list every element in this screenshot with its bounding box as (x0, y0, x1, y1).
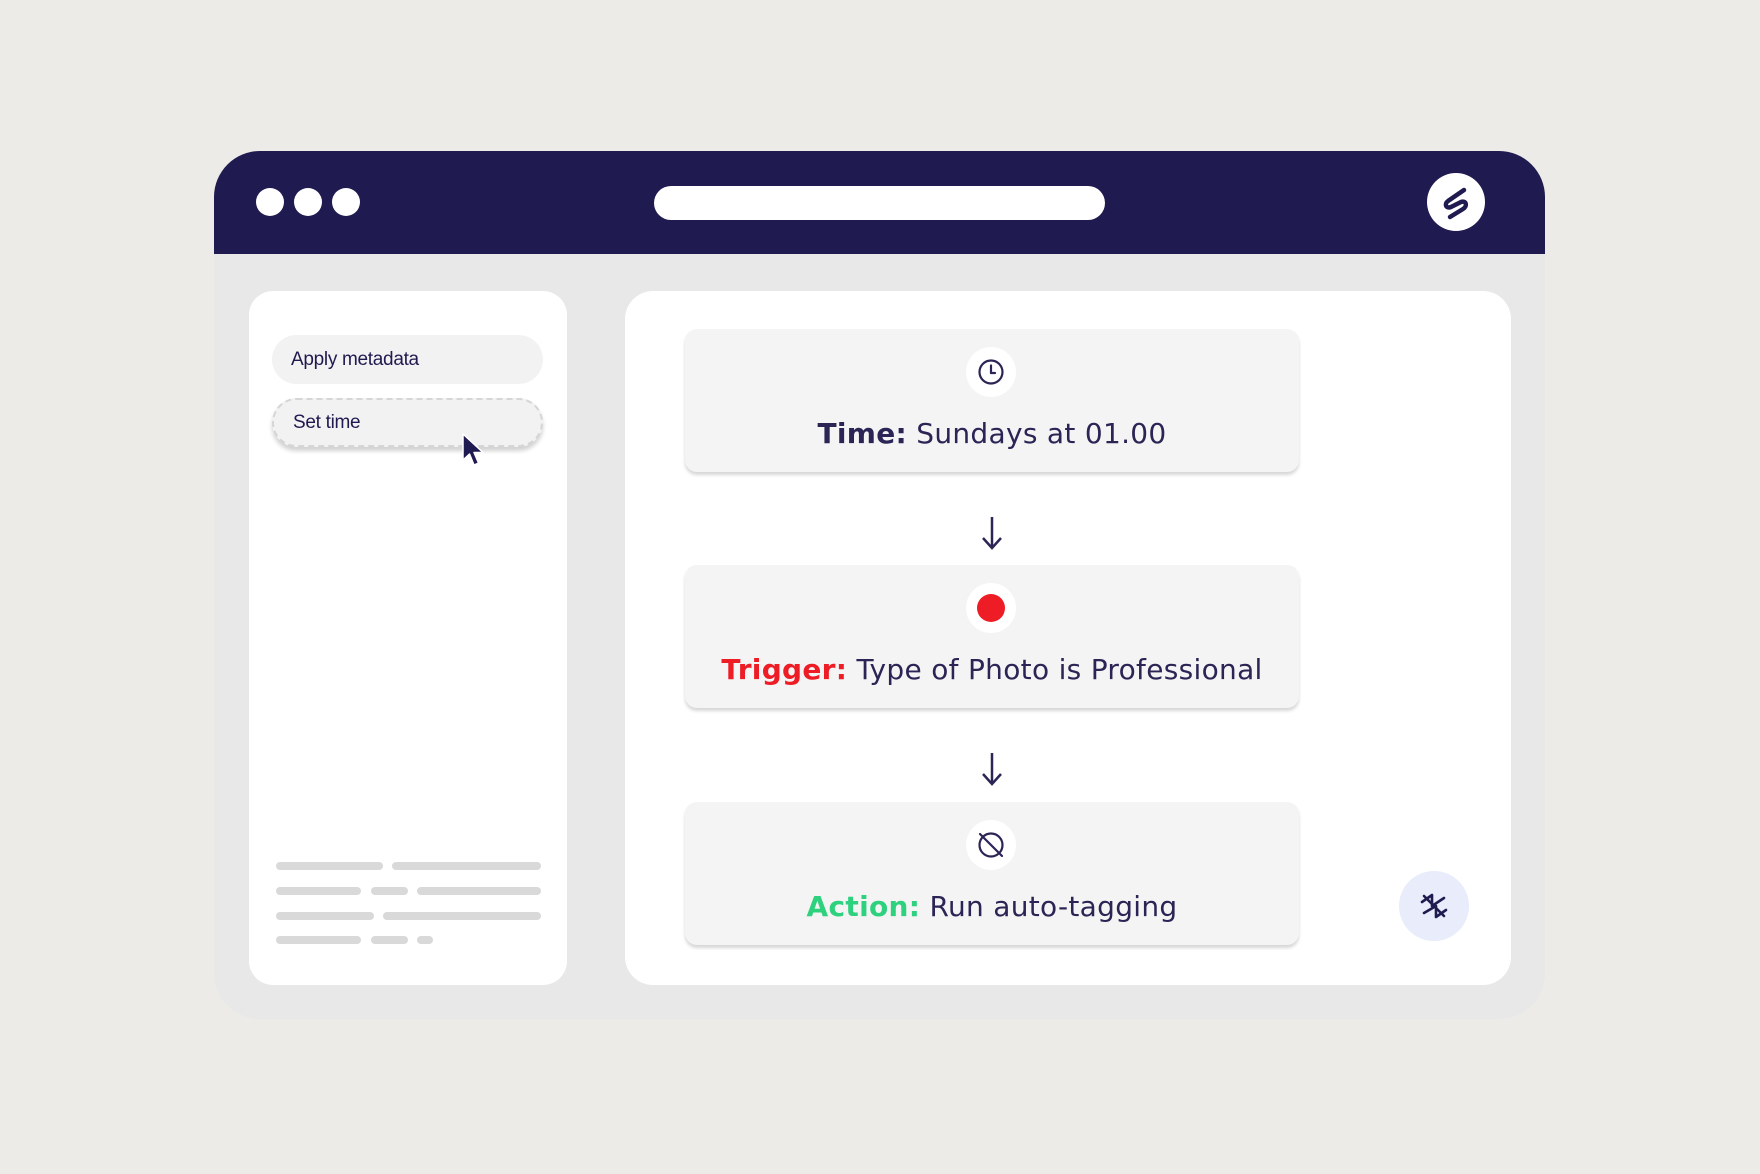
sidebar: Apply metadata Set time (249, 291, 567, 985)
action-step-prefix: Action: (806, 890, 921, 923)
action-step-value: Run auto-tagging (929, 890, 1178, 923)
trigger-step-value: Type of Photo is Professional (856, 653, 1263, 686)
time-step-prefix: Time: (817, 417, 908, 450)
clock-icon (966, 347, 1016, 397)
apply-metadata-label: Apply metadata (291, 348, 419, 370)
address-bar[interactable] (654, 186, 1105, 220)
apply-metadata-button[interactable]: Apply metadata (272, 335, 543, 384)
workflow-panel: Time: Sundays at 01.00 Trigger: Type of … (625, 291, 1511, 985)
record-dot-icon (966, 583, 1016, 633)
action-step-text: Action: Run auto-tagging (685, 890, 1299, 923)
mouse-cursor-icon (462, 433, 484, 466)
set-time-label: Set time (293, 411, 361, 433)
disconnect-icon[interactable] (1399, 871, 1469, 941)
set-time-button[interactable]: Set time (272, 398, 543, 466)
trigger-step-text: Trigger: Type of Photo is Professional (685, 653, 1299, 686)
title-bar (214, 151, 1545, 254)
trigger-step-prefix: Trigger: (721, 653, 848, 686)
arrow-down-icon (982, 517, 1002, 550)
action-step-card[interactable]: Action: Run auto-tagging (685, 802, 1299, 945)
time-step-text: Time: Sundays at 01.00 (685, 417, 1299, 450)
arrow-down-icon (982, 753, 1002, 786)
trigger-step-card[interactable]: Trigger: Type of Photo is Professional (685, 565, 1299, 708)
time-step-value: Sundays at 01.00 (916, 417, 1167, 450)
brand-logo-icon (1427, 173, 1485, 231)
window-control-dot[interactable] (332, 188, 360, 216)
window-control-dot[interactable] (256, 188, 284, 216)
window-control-dot[interactable] (294, 188, 322, 216)
app-window: Apply metadata Set time Time: Sundays at… (214, 151, 1545, 1019)
no-view-icon (966, 820, 1016, 870)
time-step-card[interactable]: Time: Sundays at 01.00 (685, 329, 1299, 472)
